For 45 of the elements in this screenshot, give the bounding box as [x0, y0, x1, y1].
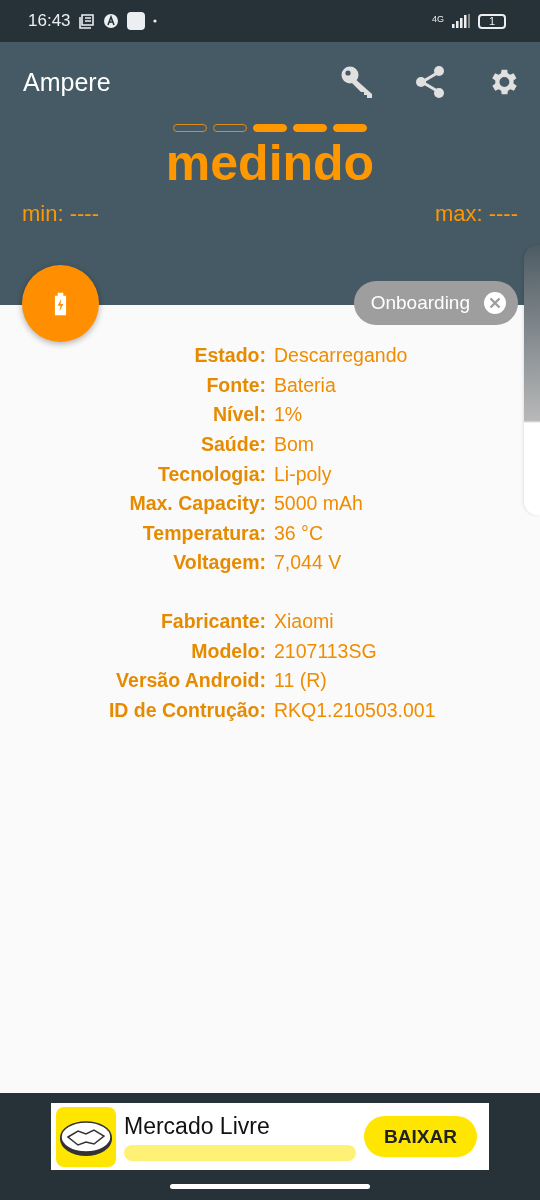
info-label: Voltagem:: [172, 551, 266, 575]
battery-charging-icon: [54, 291, 67, 316]
measuring-status: medindo: [164, 136, 376, 191]
info-value: 11 (R): [274, 669, 327, 693]
battery-fab[interactable]: [22, 265, 99, 342]
info-label: Nível:: [211, 403, 266, 427]
info-label: Estado:: [193, 344, 266, 368]
status-time: 16:43: [28, 11, 71, 31]
info-label: Fabricante:: [159, 610, 266, 634]
share-icon[interactable]: [414, 65, 446, 99]
info-value: 36 °C: [274, 521, 323, 545]
info-label: Versão Android:: [115, 669, 266, 693]
battery-indicator: 1: [478, 13, 506, 29]
info-label: Temperatura:: [141, 521, 266, 545]
info-value: 1%: [274, 403, 303, 427]
key-icon[interactable]: [340, 65, 374, 99]
info-label: Tecnologia:: [157, 462, 266, 486]
max-reading: max: ----: [434, 201, 518, 227]
info-value: 7,044 V: [274, 551, 342, 575]
download-button[interactable]: BAIXAR: [364, 1116, 477, 1157]
handshake-logo-icon: [56, 1106, 116, 1167]
min-reading: min: ----: [22, 201, 99, 227]
info-value: Bom: [274, 433, 315, 457]
edge-panel-handle[interactable]: [524, 245, 540, 515]
info-value: 2107113SG: [274, 639, 377, 663]
info-label: Max. Capacity:: [128, 492, 266, 516]
square-icon: [126, 12, 145, 30]
info-value: 5000 mAh: [274, 492, 363, 516]
ad-title: Mercado Livre: [124, 1112, 271, 1140]
info-value: RKQ1.210503.001: [274, 698, 436, 722]
app-title: Ampere: [23, 67, 111, 97]
info-value: Xiaomi: [274, 610, 334, 634]
info-label: Modelo:: [190, 639, 266, 663]
info-label: Saúde:: [200, 433, 266, 457]
info-label: Fonte:: [205, 373, 266, 397]
info-value: Descarregando: [274, 344, 408, 368]
network-label: 4G: [432, 14, 444, 24]
ad-banner[interactable]: Mercado Livre BAIXAR: [51, 1103, 489, 1170]
circle-a-icon: [102, 13, 119, 29]
dot-icon: [152, 19, 157, 23]
notes-icon: [78, 13, 95, 29]
info-value: Bateria: [274, 373, 336, 397]
close-icon[interactable]: [484, 292, 506, 314]
info-value: Li-poly: [274, 462, 332, 486]
info-label: ID de Contrução:: [107, 698, 266, 722]
